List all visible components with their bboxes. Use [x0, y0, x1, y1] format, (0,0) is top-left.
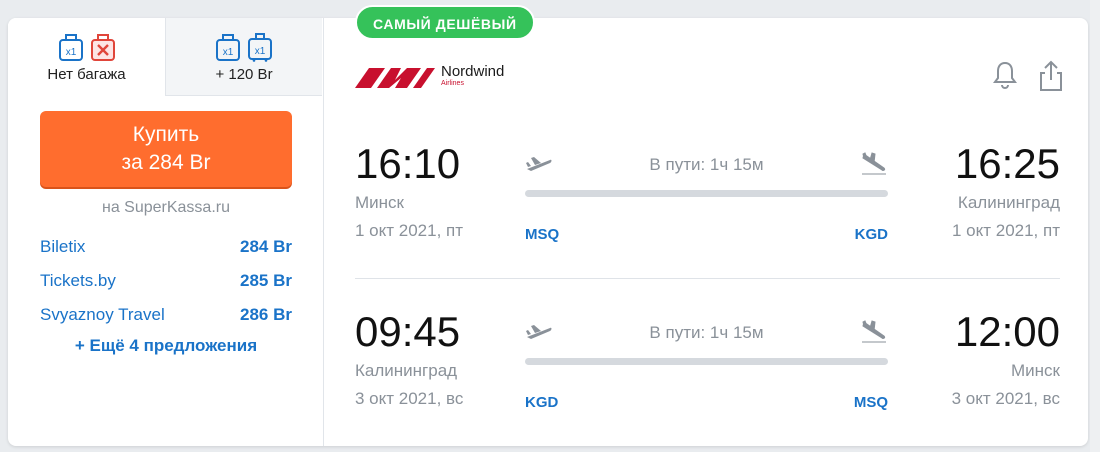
- route-bar: [525, 358, 888, 365]
- buy-button-line1: Купить: [132, 123, 200, 146]
- page-edge: [1090, 0, 1100, 452]
- route-line: В пути: 1ч 15м MSQ KGD: [525, 140, 888, 250]
- ticket-card: x1 Нет багажа x1 x1 + 120 Br Купить за 2…: [8, 18, 1088, 446]
- more-offers-link[interactable]: + Ещё 4 предложения: [8, 336, 324, 356]
- arrival-city: Минск: [1011, 361, 1060, 380]
- arrival-iata: MSQ: [853, 394, 888, 411]
- suitcase-icon: x1: [247, 32, 273, 62]
- route-line: В пути: 1ч 15м KGD MSQ: [525, 308, 888, 418]
- departure-date: 1 окт 2021, пт: [355, 221, 464, 240]
- departure-time: 09:45: [355, 308, 461, 355]
- offer-row[interactable]: Biletix 284 Br: [40, 230, 292, 264]
- landing-icon: [860, 152, 888, 181]
- departure-city: Калининград: [355, 361, 458, 380]
- baggage-tabs: x1 Нет багажа x1 x1 + 120 Br: [8, 18, 323, 96]
- airline-logo: Nordwind Airlines: [355, 63, 505, 90]
- departure-date: 3 окт 2021, вс: [355, 389, 464, 408]
- cheapest-badge: САМЫЙ ДЕШЁВЫЙ: [355, 5, 535, 40]
- offer-price: 286 Br: [240, 305, 292, 324]
- svg-text:x1: x1: [223, 47, 234, 58]
- offer-price: 284 Br: [240, 237, 292, 256]
- flight-segment-outbound: 16:10 Минск 1 окт 2021, пт В пути: 1ч 15…: [355, 140, 1060, 260]
- offer-agency[interactable]: Svyaznoy Travel: [40, 305, 165, 325]
- departure-time: 16:10: [355, 140, 461, 187]
- arrival-time: 12:00: [954, 308, 1060, 355]
- airline-sub: Airlines: [441, 80, 464, 87]
- tab-no-baggage[interactable]: x1 Нет багажа: [8, 18, 165, 96]
- arrival-time: 16:25: [954, 140, 1060, 187]
- no-baggage-icon: [90, 32, 116, 62]
- buy-button[interactable]: Купить за 284 Br: [40, 111, 292, 187]
- tab-label: Нет багажа: [47, 66, 126, 83]
- buy-button-line2: за 284 Br: [121, 151, 211, 174]
- offer-row[interactable]: Svyaznoy Travel 286 Br: [40, 298, 292, 332]
- tab-label: + 120 Br: [215, 66, 273, 83]
- airline-name: Nordwind: [441, 63, 505, 80]
- flight-duration: В пути: 1ч 15м: [649, 323, 764, 342]
- svg-text:x1: x1: [255, 46, 266, 57]
- hand-bag-icon: x1: [215, 32, 241, 62]
- offer-agency[interactable]: Tickets.by: [40, 271, 116, 291]
- offers-list: Biletix 284 Br Tickets.by 285 Br Svyazno…: [40, 230, 292, 332]
- card-actions: [992, 60, 1064, 97]
- svg-text:x1: x1: [65, 47, 76, 58]
- bell-icon[interactable]: [992, 60, 1018, 97]
- segment-divider: [355, 278, 1060, 279]
- tab-with-baggage[interactable]: x1 x1 + 120 Br: [165, 18, 322, 96]
- seller-name: на SuperKassa.ru: [101, 199, 230, 216]
- arrival-city: Калининград: [957, 193, 1060, 212]
- departure-iata: MSQ: [525, 226, 560, 243]
- offer-price: 285 Br: [240, 271, 292, 290]
- arrival-iata: KGD: [854, 226, 888, 243]
- route-bar: [525, 190, 888, 197]
- nordwind-logo-icon: [355, 68, 435, 88]
- flight-details: Nordwind Airlines 16:10 Минск 1 окт 2021…: [325, 18, 1088, 446]
- share-icon[interactable]: [1038, 60, 1064, 97]
- offer-agency[interactable]: Biletix: [40, 237, 85, 257]
- offer-row[interactable]: Tickets.by 285 Br: [40, 264, 292, 298]
- arrival-date: 3 окт 2021, вс: [951, 389, 1060, 408]
- flight-segment-return: 09:45 Калининград 3 окт 2021, вс В пути:…: [355, 308, 1060, 428]
- hand-bag-icon: x1: [58, 32, 84, 62]
- landing-icon: [860, 320, 888, 349]
- price-panel: x1 Нет багажа x1 x1 + 120 Br Купить за 2…: [8, 18, 324, 446]
- flight-duration: В пути: 1ч 15м: [649, 155, 764, 174]
- departure-city: Минск: [355, 193, 404, 212]
- arrival-date: 1 окт 2021, пт: [951, 221, 1060, 240]
- departure-iata: KGD: [525, 394, 559, 411]
